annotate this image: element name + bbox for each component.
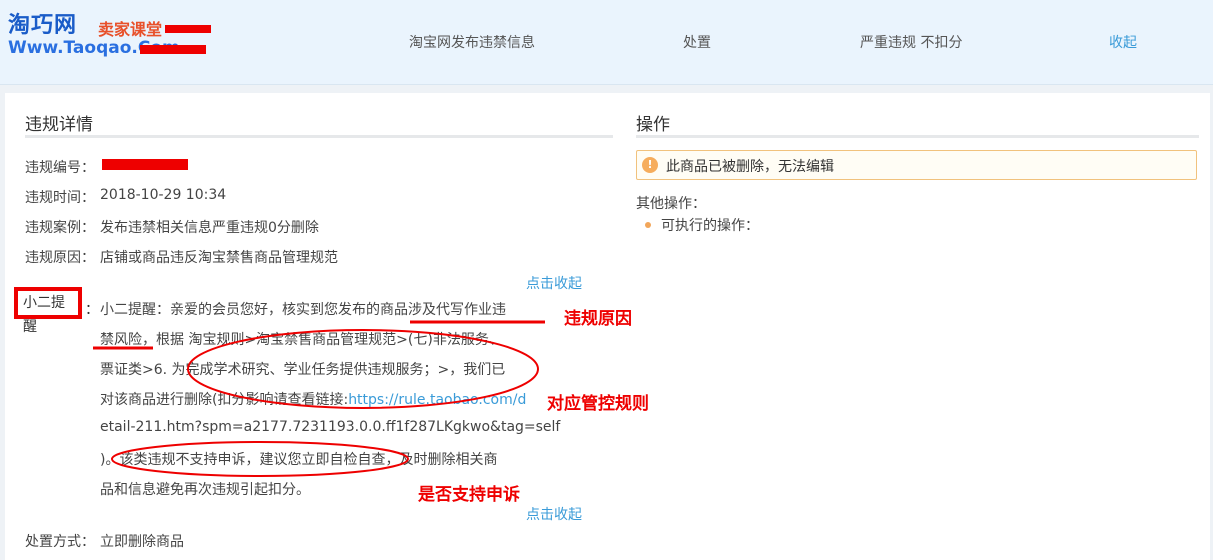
ellipse-mark bbox=[187, 329, 539, 409]
annotation-appeal: 是否支持申诉 bbox=[418, 485, 520, 505]
annotation-reason: 违规原因 bbox=[564, 309, 632, 329]
annotation-rule: 对应管控规则 bbox=[547, 394, 649, 414]
annotation-marks bbox=[93, 320, 545, 477]
ellipse-mark bbox=[111, 441, 409, 477]
